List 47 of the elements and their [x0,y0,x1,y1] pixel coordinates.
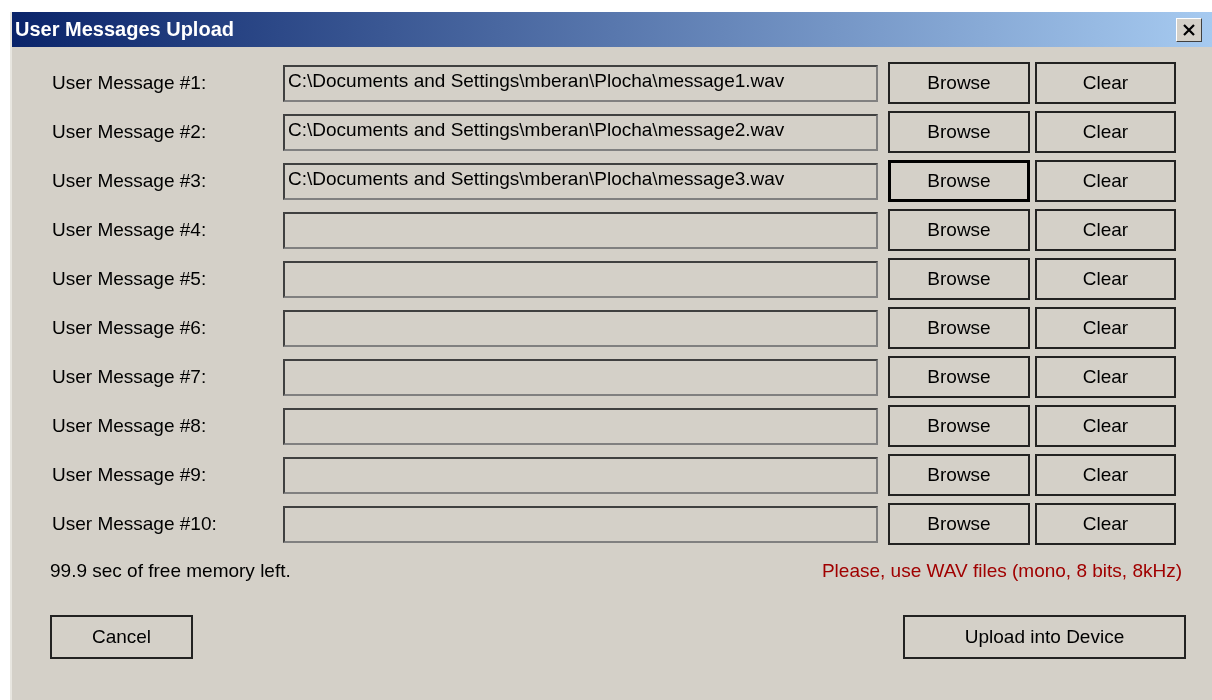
browse-button[interactable]: Browse [888,356,1030,398]
format-hint-text: Please, use WAV files (mono, 8 bits, 8kHz) [821,560,1182,582]
clear-button[interactable]: Clear [1035,62,1176,104]
clear-button[interactable]: Clear [1035,111,1176,153]
row-label: User Message #4: [51,219,208,241]
file-path-field[interactable] [283,260,878,298]
browse-button[interactable]: Browse [888,454,1030,496]
file-path-field[interactable] [283,309,878,347]
file-path-field[interactable] [283,358,878,396]
browse-button[interactable]: Browse [888,160,1030,202]
row-label: User Message #9: [51,464,208,486]
file-path-field[interactable] [283,456,878,494]
clear-button[interactable]: Clear [1035,454,1176,496]
browse-button[interactable]: Browse [888,405,1030,447]
file-path-field[interactable] [283,407,878,445]
clear-button[interactable]: Clear [1035,405,1176,447]
close-button[interactable] [1176,17,1202,42]
browse-button[interactable]: Browse [888,503,1030,545]
memory-status-text: 99.9 sec of free memory left. [50,560,291,582]
browse-button[interactable]: Browse [888,307,1030,349]
window-title: User Messages Upload [15,18,234,41]
file-path-field[interactable] [283,211,878,249]
cancel-button[interactable]: Cancel [50,615,193,659]
clear-button[interactable]: Clear [1035,209,1176,251]
browse-button[interactable]: Browse [888,62,1030,104]
close-icon [1182,23,1196,36]
upload-button[interactable]: Upload into Device [903,615,1186,659]
clear-button[interactable]: Clear [1035,258,1176,300]
row-label: User Message #5: [51,268,208,290]
file-path-field[interactable]: C:\Documents and Settings\mberan\Plocha\message2.wav [283,113,878,151]
file-path-field[interactable]: C:\Documents and Settings\mberan\Plocha\message3.wav [283,162,878,200]
browse-button[interactable]: Browse [888,209,1030,251]
row-label: User Message #6: [51,317,208,339]
clear-button[interactable]: Clear [1035,503,1176,545]
row-label: User Message #2: [51,121,208,143]
row-label: User Message #10: [51,513,218,535]
row-label: User Message #3: [51,170,208,192]
row-label: User Message #1: [51,72,208,94]
browse-button[interactable]: Browse [888,258,1030,300]
browse-button[interactable]: Browse [888,111,1030,153]
clear-button[interactable]: Clear [1035,356,1176,398]
row-label: User Message #8: [51,415,208,437]
row-label: User Message #7: [51,366,208,388]
clear-button[interactable]: Clear [1035,307,1176,349]
file-path-field[interactable] [283,505,878,543]
clear-button[interactable]: Clear [1035,160,1176,202]
file-path-field[interactable]: C:\Documents and Settings\mberan\Plocha\message1.wav [283,64,878,102]
